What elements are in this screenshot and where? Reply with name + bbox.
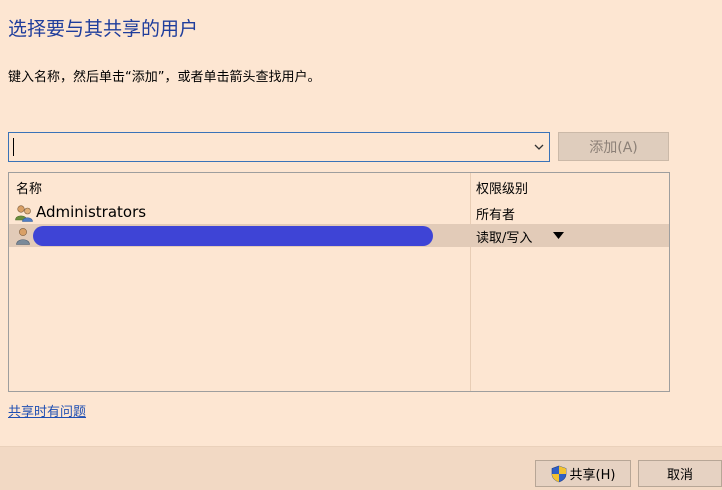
row-permission: 所有者 [476,208,516,223]
list-row-administrators[interactable]: Administrators 所有者 [9,201,669,224]
uac-shield-icon [551,465,566,482]
triangle-down-icon[interactable] [553,232,564,239]
cancel-button[interactable]: 取消 [638,460,722,487]
share-button-label: 共享(H) [569,468,616,483]
user-name-input[interactable] [9,133,529,161]
sharing-help-link[interactable]: 共享时有问题 [8,401,86,420]
redacted-user-name [33,226,433,246]
permission-level-dropdown[interactable]: 读取/写入 [476,227,532,246]
list-row-selected-user[interactable]: 读取/写入 [9,224,669,247]
dialog-title: 选择要与其共享的用户 [8,18,199,40]
user-permission-list: 名称 权限级别 Administrators 所有者 读取/写入 [8,172,670,392]
chevron-down-icon[interactable] [533,141,545,153]
group-users-icon [15,205,33,222]
user-name-combobox[interactable] [8,132,550,162]
share-button[interactable]: 共享(H) [535,460,631,487]
user-icon [16,228,30,245]
add-button[interactable]: 添加(A) [558,132,669,161]
instruction-text: 键入名称，然后单击“添加”，或者单击箭头查找用户。 [8,70,321,85]
column-header-name[interactable]: 名称 [16,178,42,197]
column-header-permission[interactable]: 权限级别 [476,178,528,197]
dialog-footer: 共享(H) 取消 [0,446,722,490]
row-name: Administrators [36,203,147,221]
text-caret [13,138,14,156]
